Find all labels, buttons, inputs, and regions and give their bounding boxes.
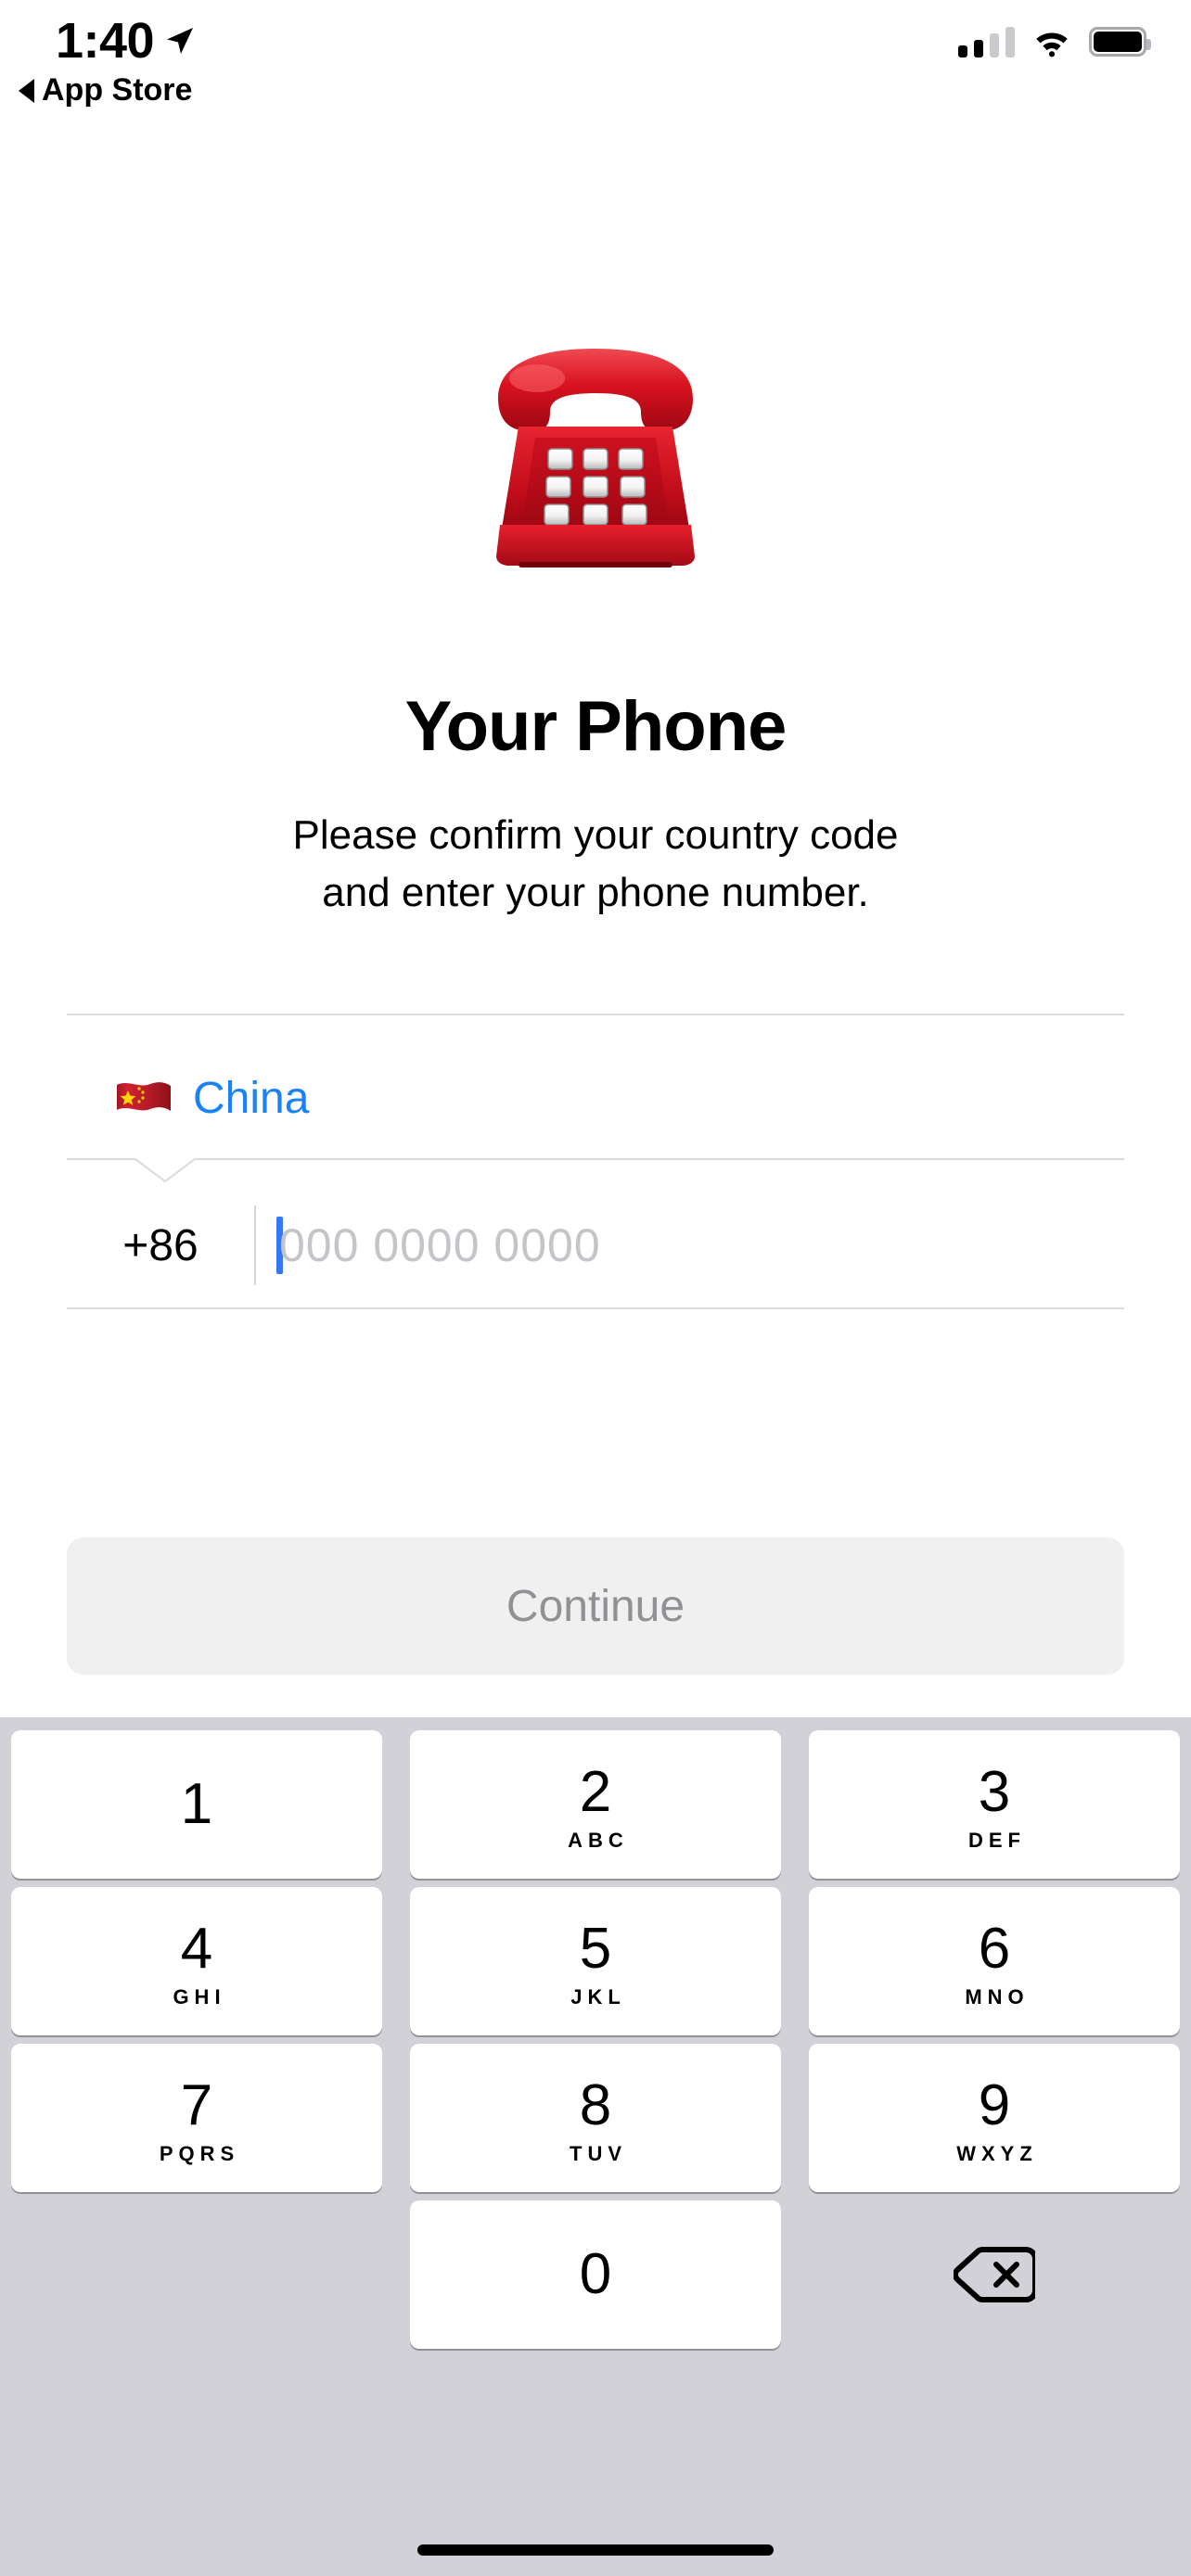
country-name-label: China [193, 1073, 310, 1123]
keypad-delete-key[interactable] [809, 2200, 1180, 2349]
back-triangle-icon [19, 78, 34, 103]
country-selector-row[interactable]: China [67, 1029, 1124, 1167]
keypad-key-3[interactable]: 3 DEF [809, 1730, 1180, 1879]
keypad-key-2-digit: 2 [579, 1760, 612, 1824]
keypad-key-3-digit: 3 [978, 1760, 1011, 1824]
phone-number-row[interactable]: +86 000 0000 0000 [67, 1185, 1124, 1306]
phone-number-placeholder: 000 0000 0000 [279, 1219, 601, 1271]
keypad-key-9-digit: 9 [978, 2073, 1011, 2137]
page-subtitle: Please confirm your country code and ent… [0, 807, 1191, 922]
keypad-key-9-letters: WXYZ [956, 2142, 1038, 2165]
back-to-app-store-label: App Store [42, 72, 193, 108]
continue-button[interactable]: Continue [67, 1537, 1124, 1675]
keypad-key-5-digit: 5 [579, 1917, 612, 1981]
keypad-key-2[interactable]: 2 ABC [410, 1730, 781, 1879]
status-time-group: 1:40 [56, 13, 195, 69]
keypad-key-0-digit: 0 [579, 2242, 612, 2306]
keypad-row-3: 7 PQRS 8 TUV 9 WXYZ [0, 2044, 1191, 2201]
back-to-app-store-button[interactable]: App Store [19, 72, 192, 108]
keypad-row-4: 0 [0, 2200, 1191, 2358]
cellular-signal-icon [958, 26, 1015, 57]
keypad-key-1[interactable]: 1 [11, 1730, 382, 1879]
keypad-key-7-digit: 7 [180, 2073, 213, 2137]
keypad-row-1: 1 2 ABC 3 DEF [0, 1730, 1191, 1888]
keypad-row-2: 4 GHI 5 JKL 6 MNO [0, 1887, 1191, 2045]
keypad-key-9[interactable]: 9 WXYZ [809, 2044, 1180, 2192]
keypad-key-7[interactable]: 7 PQRS [11, 2044, 382, 2192]
page-subtitle-line-1: Please confirm your country code [292, 812, 899, 858]
battery-fill [1094, 32, 1142, 52]
keypad-key-6-letters: MNO [965, 1985, 1030, 2009]
keypad-key-4[interactable]: 4 GHI [11, 1887, 382, 2035]
wifi-icon [1036, 32, 1068, 57]
keypad-key-5[interactable]: 5 JKL [410, 1887, 781, 2035]
form-divider-top [67, 1014, 1124, 1015]
keypad-spacer [11, 2200, 382, 2349]
backspace-delete-icon [954, 2247, 1035, 2302]
keypad-key-7-letters: PQRS [159, 2142, 240, 2165]
keypad-key-8[interactable]: 8 TUV [410, 2044, 781, 2192]
page-subtitle-line-2: and enter your phone number. [322, 870, 869, 915]
battery-icon [1089, 27, 1151, 57]
page-title: Your Phone [404, 687, 788, 766]
keypad-key-2-letters: ABC [568, 1829, 629, 1852]
status-bar: 1:40 App Store [0, 0, 1191, 139]
keypad-key-8-letters: TUV [570, 2142, 627, 2165]
keypad-key-4-letters: GHI [173, 1985, 226, 2009]
keypad-key-6-digit: 6 [978, 1917, 1011, 1981]
keypad-key-8-digit: 8 [579, 2073, 612, 2137]
keypad-key-6[interactable]: 6 MNO [809, 1887, 1180, 2035]
dial-code-label: +86 [122, 1220, 198, 1270]
telephone-emoji [496, 349, 695, 567]
status-right-group [958, 26, 1151, 57]
phone-number-entry-screen: 1:40 App Store Your Phone Please confirm… [0, 0, 1191, 2576]
numeric-keypad: 1 2 ABC 3 DEF 4 GHI 5 JKL 6 MNO 7 PQRS 8… [0, 1717, 1191, 2576]
status-time: 1:40 [56, 13, 155, 69]
phone-number-input[interactable]: 000 0000 0000 [256, 1217, 1124, 1274]
keypad-key-0[interactable]: 0 [410, 2200, 781, 2349]
keypad-key-4-digit: 4 [180, 1917, 213, 1981]
keypad-key-3-letters: DEF [968, 1829, 1026, 1852]
china-flag-emoji [117, 1082, 171, 1111]
form-divider-with-selector-notch [67, 1157, 1124, 1183]
form-divider-bottom [67, 1307, 1124, 1309]
keypad-key-1-digit: 1 [180, 1772, 213, 1836]
home-indicator [417, 2544, 774, 2556]
location-arrow-icon [167, 28, 194, 54]
keypad-key-5-letters: JKL [570, 1985, 626, 2009]
